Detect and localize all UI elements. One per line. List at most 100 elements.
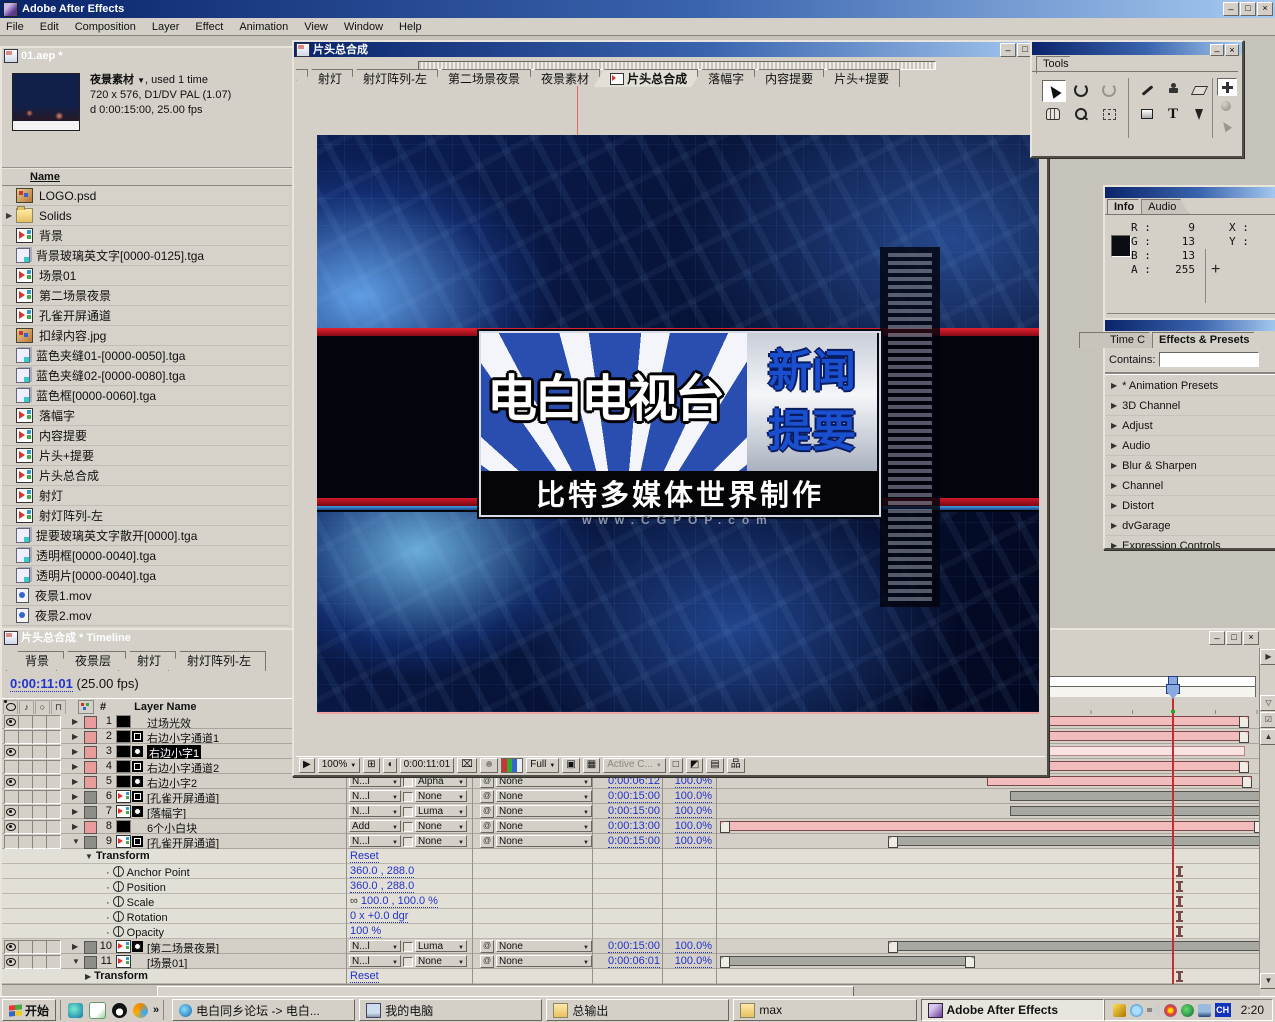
lock-toggle[interactable] bbox=[46, 745, 61, 759]
snapshot-icon[interactable]: ⌧ bbox=[457, 758, 477, 773]
minimize-icon[interactable] bbox=[1000, 43, 1016, 57]
timeline-layer-row[interactable]: ▶ 7 [落幅字] N...l Luma @ None 0:00:15:00 bbox=[2, 804, 1260, 819]
solo-toggle[interactable] bbox=[32, 760, 47, 774]
expand-triangle-icon[interactable]: ▶ bbox=[1111, 401, 1117, 410]
expand-triangle-icon[interactable] bbox=[6, 211, 16, 220]
comp-button[interactable]: ▶ bbox=[1260, 649, 1275, 665]
preserve-transparency-checkbox[interactable] bbox=[403, 777, 413, 787]
current-time-line[interactable] bbox=[1172, 697, 1174, 984]
position-row[interactable]: ·Position 360.0 , 288.0 bbox=[2, 879, 1260, 894]
position-value[interactable]: 360.0 , 288.0 bbox=[350, 880, 414, 892]
track-matte-dropdown[interactable]: Luma bbox=[415, 805, 467, 817]
transform-group-row-11[interactable]: ▶Transform Reset bbox=[2, 969, 1260, 984]
mask-visibility-icon[interactable]: ◖ bbox=[383, 758, 397, 773]
view-layout-icon[interactable]: □ bbox=[669, 758, 683, 773]
eye-toggle[interactable] bbox=[4, 715, 19, 729]
layer-stretch[interactable]: 100.0% bbox=[666, 835, 712, 847]
layer-duration-bar[interactable] bbox=[720, 956, 975, 966]
lock-toggle[interactable] bbox=[46, 760, 61, 774]
project-item[interactable]: 透明框[0000-0040].tga bbox=[2, 546, 289, 566]
parent-dropdown[interactable]: None bbox=[496, 805, 592, 817]
timeline-button[interactable]: ▤ bbox=[706, 758, 723, 773]
comp-timecode-button[interactable]: 0:00:11:01 bbox=[400, 758, 455, 773]
timeline-layer-row[interactable]: ▶ 10 [第二场景夜景] N...l Luma @ None 0:00:15 bbox=[2, 939, 1260, 954]
eraser-tool[interactable] bbox=[1188, 80, 1210, 100]
project-item[interactable]: 射灯阵列-左 bbox=[2, 506, 289, 526]
menu-item[interactable]: View bbox=[304, 21, 328, 33]
project-item[interactable]: 射灯 bbox=[2, 486, 289, 506]
timeline-layer-row[interactable]: ▶ 8 6个小白块 Add None @ None 0:00:13:00 bbox=[2, 819, 1260, 834]
effects-titlebar[interactable] bbox=[1105, 320, 1275, 331]
comp-tab[interactable]: 夜景素材 bbox=[524, 69, 600, 87]
parent-dropdown[interactable]: None bbox=[496, 955, 592, 967]
project-item[interactable]: 孔雀开屏通道 bbox=[2, 306, 289, 326]
region-of-interest-icon[interactable]: ▣ bbox=[562, 758, 579, 773]
layer-stretch[interactable]: 100.0% bbox=[666, 790, 712, 802]
task-button[interactable]: Adobe After Effects bbox=[921, 999, 1104, 1021]
expand-triangle-icon[interactable]: ▶ bbox=[1111, 541, 1117, 548]
reset-link[interactable]: Reset bbox=[350, 850, 379, 862]
audio-toggle[interactable] bbox=[18, 715, 33, 729]
lock-icon[interactable]: ⊓ bbox=[51, 700, 66, 715]
preserve-transparency-checkbox[interactable] bbox=[403, 942, 413, 952]
flowchart-icon[interactable]: 品 bbox=[727, 758, 745, 773]
tray-scheduler-icon[interactable] bbox=[1130, 1004, 1143, 1017]
selection-tool[interactable] bbox=[1042, 80, 1066, 102]
minimize-icon[interactable] bbox=[1209, 631, 1225, 645]
local-axis-mode[interactable] bbox=[1217, 78, 1237, 96]
chevron-down-icon[interactable]: ▼ bbox=[137, 76, 145, 85]
layer-duration-bar[interactable] bbox=[987, 776, 1252, 786]
media-player-icon[interactable] bbox=[133, 1003, 148, 1018]
close-icon[interactable] bbox=[1257, 2, 1273, 16]
expand-triangle-icon[interactable]: ▶ bbox=[1111, 481, 1117, 490]
layer-stretch[interactable]: 100.0% bbox=[666, 940, 712, 952]
project-item[interactable]: 透明片[0000-0040].tga bbox=[2, 566, 289, 586]
timeline-tab[interactable]: 夜景层 bbox=[56, 651, 126, 671]
rotation-tool[interactable] bbox=[1070, 80, 1092, 100]
lock-toggle[interactable] bbox=[46, 730, 61, 744]
tab-info[interactable]: Info bbox=[1107, 199, 1147, 215]
menu-item[interactable]: Effect bbox=[195, 21, 223, 33]
selected-footage-line[interactable]: 夜景素材 ▼, used 1 time bbox=[90, 73, 231, 88]
track-matte-dropdown[interactable]: None bbox=[415, 955, 467, 967]
project-item[interactable]: 第二场景夜景 bbox=[2, 286, 289, 306]
parent-dropdown[interactable]: None bbox=[496, 790, 592, 802]
preserve-transparency-checkbox[interactable] bbox=[403, 837, 413, 847]
expand-triangle-icon[interactable]: ▶ bbox=[1111, 381, 1117, 390]
comp-tab[interactable]: 片头+提要 bbox=[817, 69, 900, 87]
solo-toggle[interactable] bbox=[32, 715, 47, 729]
comp-tab[interactable]: 射灯 bbox=[301, 69, 353, 87]
scale-value[interactable]: ∞ 100.0 , 100.0 % bbox=[350, 895, 438, 907]
layer-duration-bar[interactable] bbox=[720, 821, 1260, 831]
project-item[interactable]: 片头总合成 bbox=[2, 466, 289, 486]
clone-stamp-tool[interactable] bbox=[1162, 80, 1184, 100]
effects-category[interactable]: ▶ Blur & Sharpen bbox=[1105, 456, 1275, 476]
project-item[interactable]: 蓝色夹缝01-[0000-0050].tga bbox=[2, 346, 289, 366]
pen-tool[interactable] bbox=[1188, 104, 1210, 124]
timeline-layer-row[interactable]: ▼ 11 [场景01] N...l None @ None 0:00:06:0 bbox=[2, 954, 1260, 969]
project-item[interactable]: 背景 bbox=[2, 226, 289, 246]
layer-stretch[interactable]: 100.0% bbox=[666, 820, 712, 832]
blend-mode-dropdown[interactable]: N...l bbox=[349, 790, 401, 802]
effects-category[interactable]: ▶ Channel bbox=[1105, 476, 1275, 496]
network-connection-icon[interactable] bbox=[1198, 1004, 1211, 1017]
comp-tab[interactable]: 第二场景夜景 bbox=[431, 69, 531, 87]
solo-toggle[interactable] bbox=[32, 745, 47, 759]
effects-category[interactable]: ▶ Expression Controls bbox=[1105, 536, 1275, 548]
current-time-indicator[interactable] bbox=[1165, 676, 1180, 697]
parent-pickwhip-icon[interactable]: @ bbox=[480, 835, 494, 848]
project-item[interactable]: 片头+提要 bbox=[2, 446, 289, 466]
blend-mode-dropdown[interactable]: Add bbox=[349, 820, 401, 832]
expand-triangle-icon[interactable]: ▶ bbox=[1111, 421, 1117, 430]
layer-stretch[interactable]: 100.0% bbox=[666, 955, 712, 967]
tray-media-icon[interactable] bbox=[1164, 1004, 1177, 1017]
task-button[interactable]: 我的电脑 bbox=[359, 999, 542, 1021]
rectangle-tool[interactable] bbox=[1136, 104, 1158, 124]
blend-mode-dropdown[interactable]: N...l bbox=[349, 805, 401, 817]
timeline-tab[interactable]: 射灯阵列-左 bbox=[168, 651, 266, 671]
brush-tool[interactable] bbox=[1136, 80, 1158, 100]
world-axis-mode[interactable] bbox=[1217, 98, 1235, 114]
audio-toggle[interactable] bbox=[18, 730, 33, 744]
preserve-transparency-checkbox[interactable] bbox=[403, 957, 413, 967]
preserve-transparency-checkbox[interactable] bbox=[403, 807, 413, 817]
